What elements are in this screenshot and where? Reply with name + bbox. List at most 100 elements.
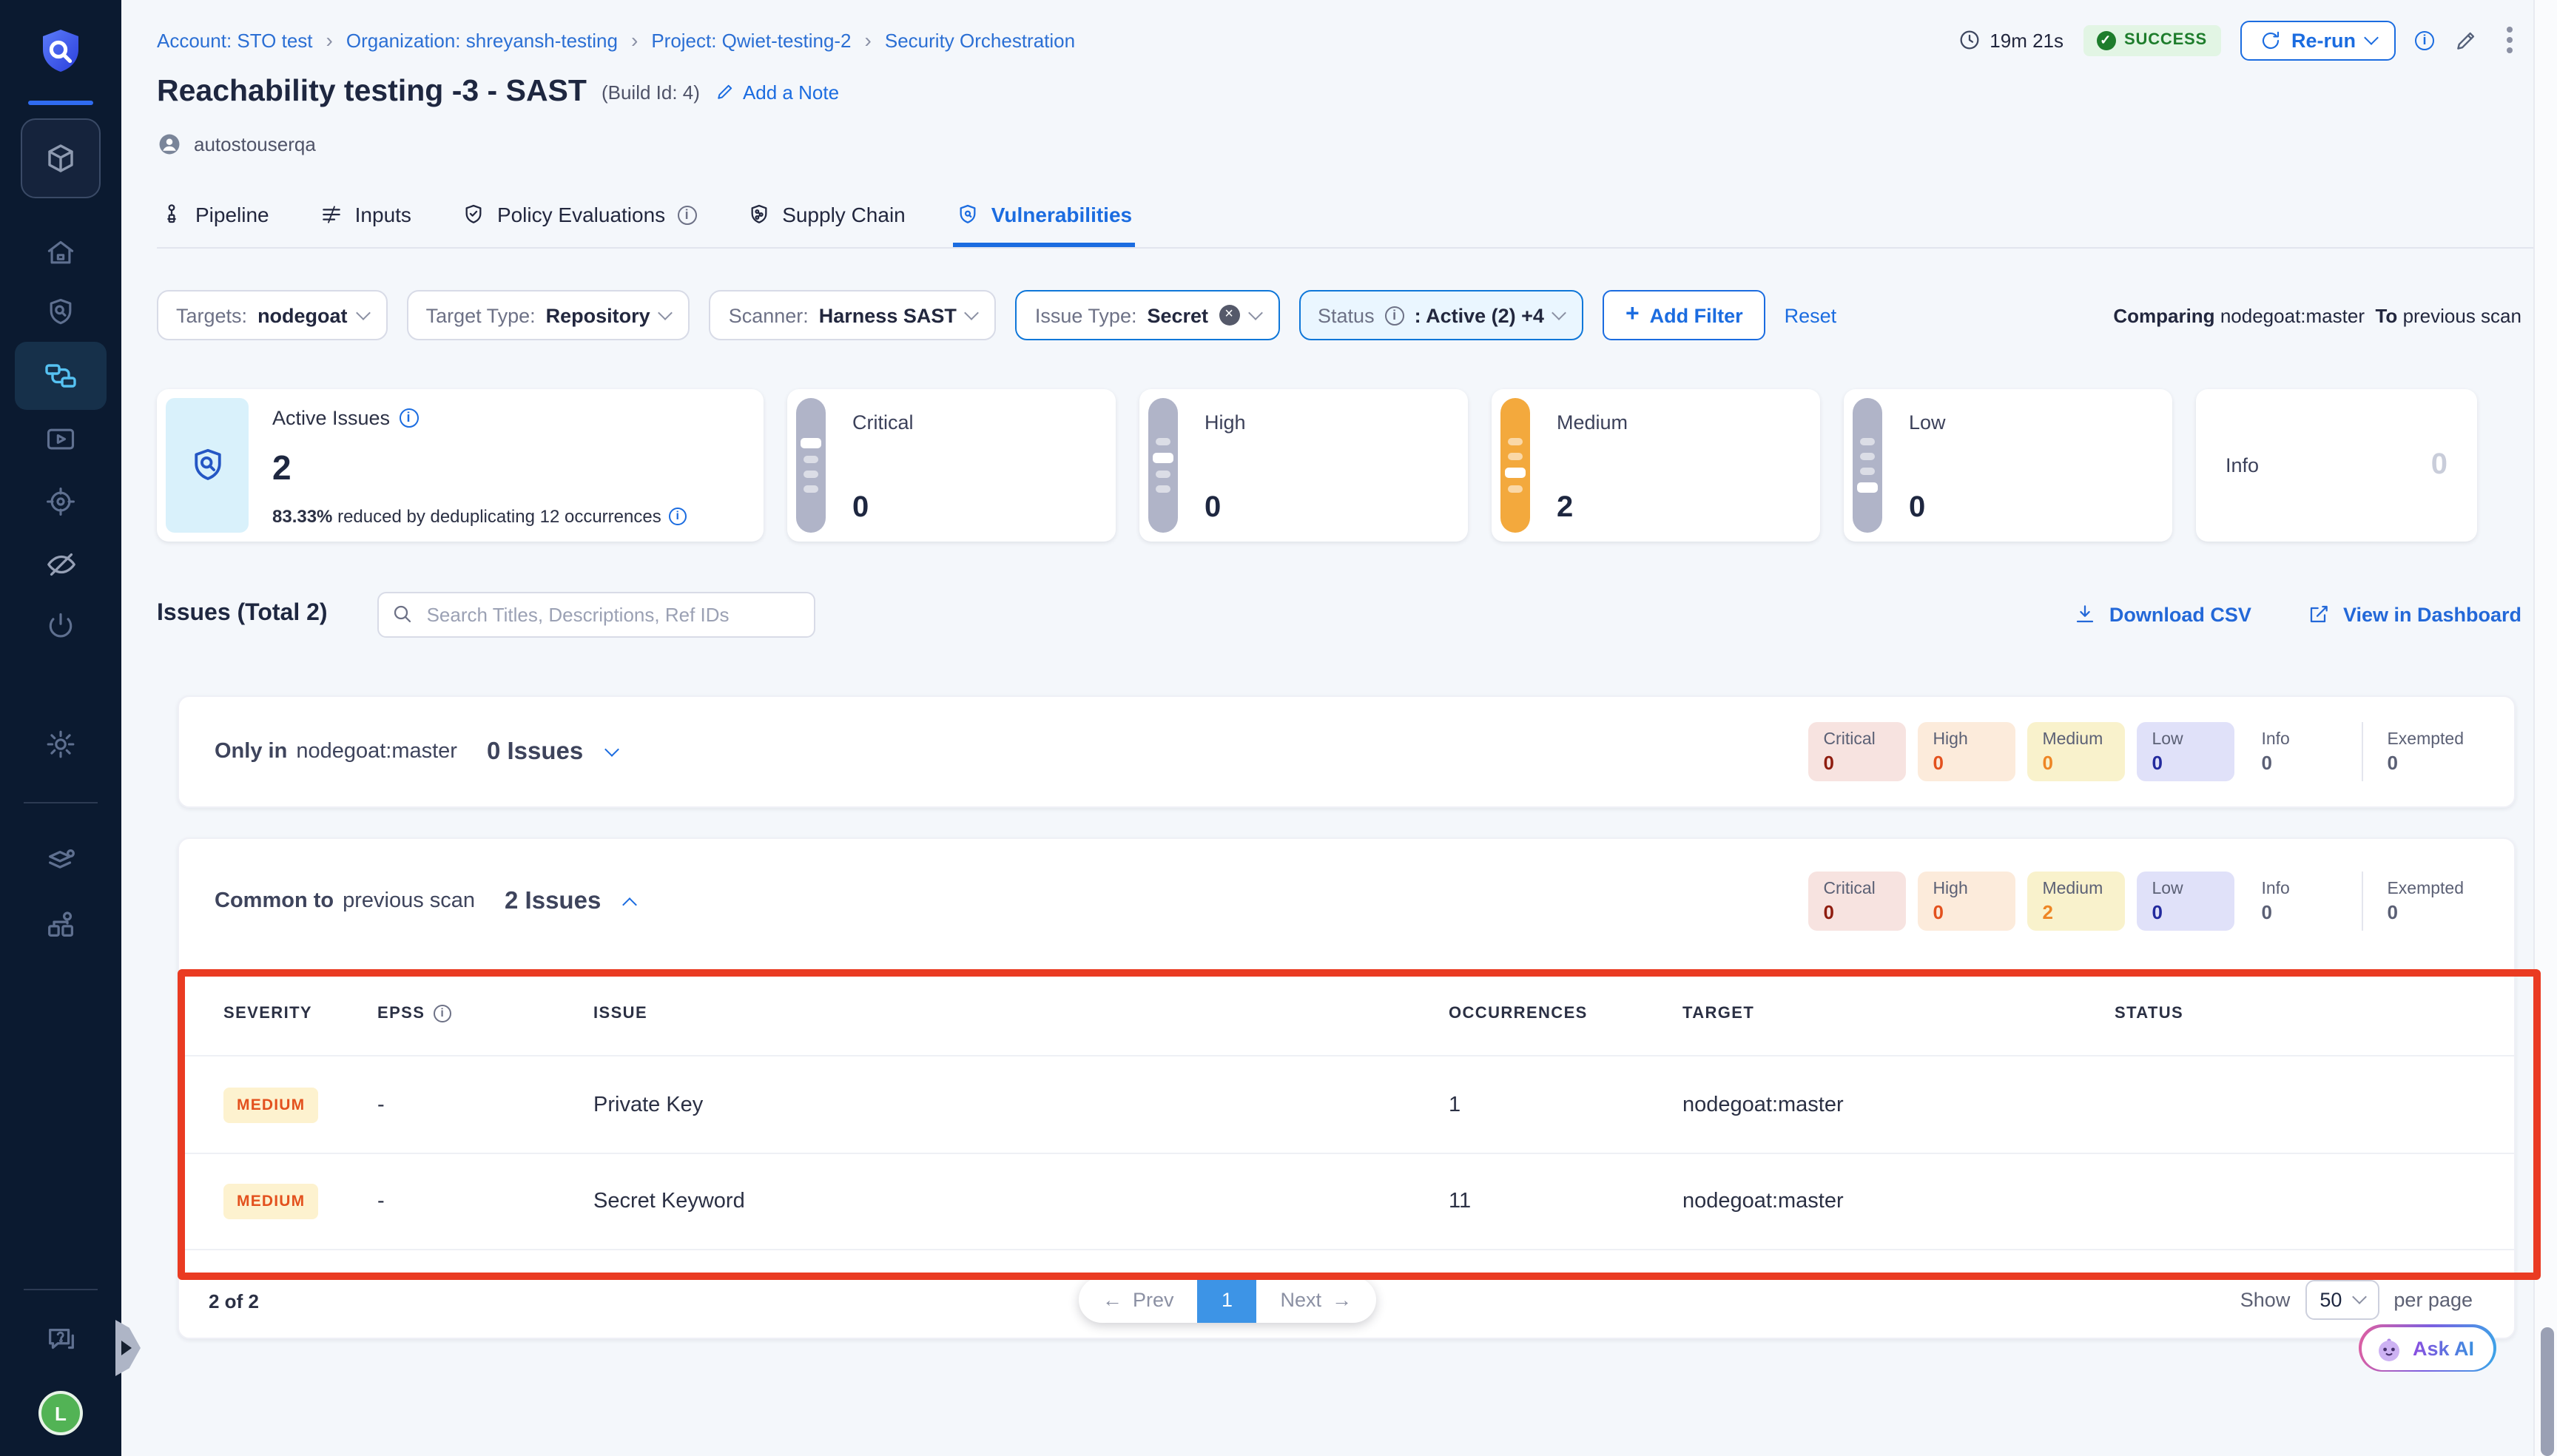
tab-policy-evaluations[interactable]: Policy Evaluations i (459, 186, 699, 247)
filter-status[interactable]: Status i : Active (2) +4 (1298, 290, 1584, 340)
breadcrumb-module[interactable]: Security Orchestration (885, 29, 1075, 51)
sidebar-item-exemptions[interactable] (0, 543, 121, 584)
search-input[interactable] (378, 591, 816, 637)
gear-icon (44, 728, 77, 761)
col-occurrences: OCCURRENCES (1431, 1005, 1682, 1022)
run-info-button[interactable]: i (2415, 30, 2434, 50)
page-size-select[interactable]: 50 (2305, 1280, 2379, 1320)
target-value: nodegoat:master (1682, 1093, 2115, 1116)
active-issues-count: 2 (272, 451, 749, 485)
page-number-button[interactable]: 1 (1198, 1277, 1257, 1323)
cube-icon (43, 141, 78, 176)
plus-icon: + (1626, 303, 1640, 327)
breadcrumb-account[interactable]: Account: STO test (157, 29, 313, 51)
info-icon[interactable]: i (434, 1005, 451, 1022)
edit-pipeline-button[interactable] (2453, 27, 2479, 53)
rerun-button[interactable]: Re-run (2240, 20, 2396, 60)
chip-critical: Critical0 (1808, 872, 1906, 931)
breadcrumb-organization[interactable]: Organization: shreyansh-testing (346, 29, 618, 51)
chip-medium: Medium2 (2027, 872, 2125, 931)
tab-supply-chain[interactable]: Supply Chain (744, 186, 909, 247)
table-row[interactable]: MEDIUM - Private Key 1 nodegoat:master (179, 1055, 2514, 1153)
filter-scanner[interactable]: Scanner:Harness SAST (710, 290, 997, 340)
tab-bar: Pipeline Inputs Policy Evaluations i Sup… (157, 186, 2557, 249)
info-icon[interactable]: i (399, 408, 418, 428)
search-icon (391, 601, 415, 625)
sidebar-item-module-selector[interactable] (21, 118, 101, 198)
chevron-down-icon[interactable] (604, 741, 619, 756)
filter-issue-type[interactable]: Issue Type:Secret × (1016, 290, 1279, 340)
hierarchy-gear-icon (44, 906, 78, 940)
filter-target-type[interactable]: Target Type:Repository (407, 290, 690, 340)
summary-cards: Active Issues i 2 83.33% reduced by dedu… (157, 389, 2521, 542)
external-link-icon (2308, 602, 2331, 626)
info-icon: i (2415, 30, 2434, 50)
page-size-control: Show 50 per page (2240, 1280, 2473, 1320)
ask-ai-button[interactable]: Ask AI (2359, 1324, 2496, 1372)
info-icon[interactable]: i (669, 508, 687, 525)
occurrences-value: 11 (1431, 1190, 1682, 1213)
shield-nodes-icon (747, 203, 770, 226)
tab-pipeline[interactable]: Pipeline (157, 186, 272, 247)
sidebar-item-targets[interactable] (0, 481, 121, 522)
pencil-icon (2453, 27, 2479, 53)
remove-filter-icon[interactable]: × (1219, 305, 1239, 326)
chip-low: Low0 (2137, 872, 2234, 931)
sidebar-item-getting-started[interactable] (0, 605, 121, 647)
chip-critical: Critical0 (1808, 722, 1906, 781)
col-issue: ISSUE (593, 1005, 1431, 1022)
harness-sto-logo[interactable] (0, 24, 121, 80)
sidebar-item-home[interactable] (0, 232, 121, 274)
target-icon (44, 485, 77, 518)
tab-vulnerabilities[interactable]: Vulnerabilities (953, 186, 1135, 247)
chevron-up-icon[interactable] (622, 897, 637, 911)
more-options-button[interactable] (2498, 24, 2521, 56)
epss-value: - (377, 1093, 593, 1116)
sidebar-item-account-resources[interactable] (0, 840, 121, 882)
scrollbar-thumb[interactable] (2540, 1327, 2553, 1456)
filter-targets[interactable]: Targets:nodegoat (157, 290, 388, 340)
breadcrumb-project[interactable]: Project: Qwiet-testing-2 (651, 29, 851, 51)
chip-info: Info0 (2246, 872, 2344, 931)
severity-chips: Critical0 High0 Medium2 Low0 Info0 Exemp… (1808, 872, 2479, 931)
next-page-button[interactable]: Next → (1257, 1277, 1376, 1323)
info-card: Info 0 (2196, 389, 2477, 542)
view-in-dashboard-link[interactable]: View in Dashboard (2308, 602, 2521, 626)
layers-gear-icon (44, 844, 78, 878)
home-icon (44, 237, 77, 269)
sidebar-divider (24, 802, 98, 803)
prev-page-button[interactable]: ← Prev (1079, 1277, 1198, 1323)
sidebar-item-executions[interactable] (0, 419, 121, 460)
tab-inputs[interactable]: Inputs (317, 186, 414, 247)
sidebar-item-pipelines-active[interactable] (15, 342, 107, 410)
info-label: Info (2226, 454, 2259, 476)
severity-meter-icon (796, 398, 826, 533)
high-card: High 0 (1139, 389, 1468, 542)
info-count: 0 (2431, 448, 2447, 482)
table-row[interactable]: MEDIUM - Secret Keyword 11 nodegoat:mast… (179, 1153, 2514, 1250)
pipeline-icon (43, 358, 78, 394)
show-label: Show (2240, 1289, 2291, 1311)
user-avatar[interactable]: L (38, 1391, 83, 1435)
sidebar-item-project-settings[interactable] (0, 724, 121, 765)
sidebar-item-help[interactable] (0, 1318, 121, 1360)
chevron-down-icon (658, 305, 673, 320)
chevron-down-icon (2364, 30, 2379, 44)
download-csv-link[interactable]: Download CSV (2074, 602, 2251, 626)
breadcrumb-separator-icon: › (631, 28, 638, 52)
reset-filters-link[interactable]: Reset (1785, 304, 1837, 326)
severity-chips: Critical0 High0 Medium0 Low0 Info0 Exemp… (1808, 722, 2479, 781)
sidebar-item-scans[interactable] (0, 291, 121, 333)
add-filter-button[interactable]: + Add Filter (1603, 290, 1765, 340)
critical-count: 0 (852, 493, 1101, 522)
sidebar-item-org-settings[interactable] (0, 903, 121, 944)
group-only-in-header[interactable]: Only in nodegoat:master 0 Issues (215, 738, 617, 766)
play-box-icon (44, 423, 77, 456)
inputs-icon (320, 203, 343, 226)
add-note-button[interactable]: Add a Note (715, 81, 839, 103)
low-count: 0 (1909, 493, 2157, 522)
arrow-right-icon: → (1332, 1289, 1352, 1311)
group-common-header[interactable]: Common to previous scan 2 Issues (215, 887, 635, 915)
chevron-down-icon (1247, 305, 1262, 320)
chip-high: High0 (1918, 872, 2015, 931)
